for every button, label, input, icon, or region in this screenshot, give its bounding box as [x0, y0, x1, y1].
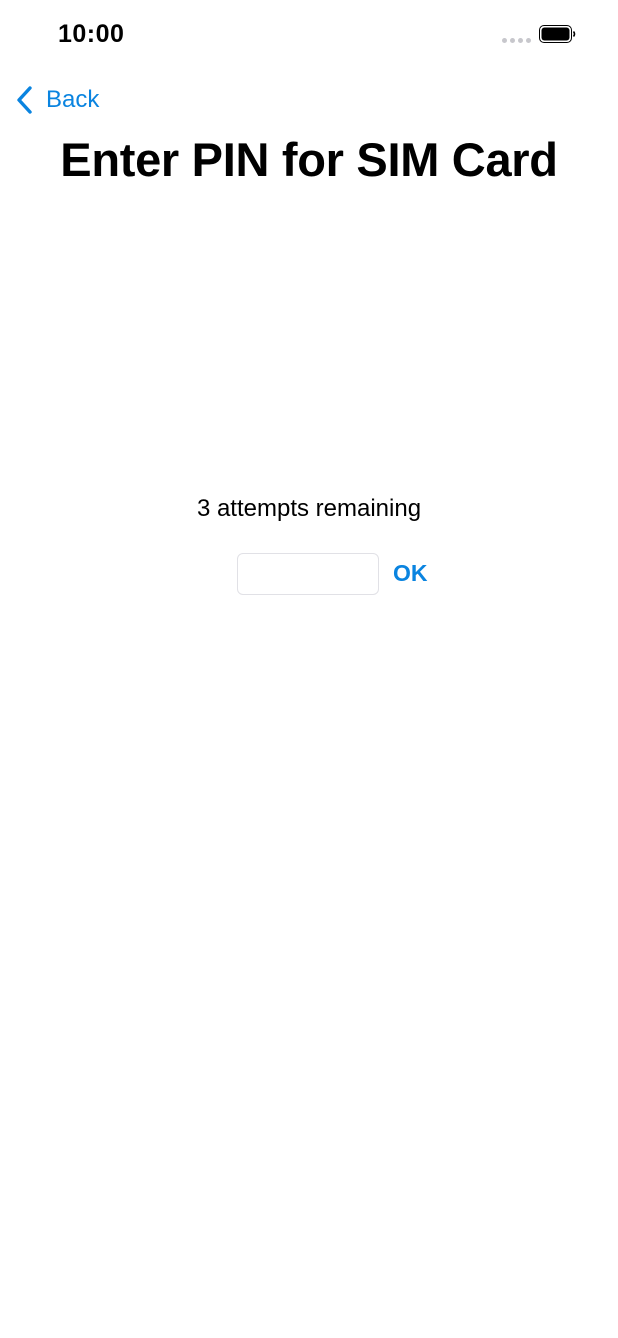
- status-bar: 10:00: [0, 0, 618, 70]
- back-label: Back: [46, 86, 100, 113]
- status-time: 10:00: [58, 20, 125, 48]
- page-title: Enter PIN for SIM Card: [60, 133, 558, 186]
- cellular-signal-icon: [502, 38, 531, 43]
- back-button[interactable]: Back: [14, 80, 99, 120]
- attempts-remaining-text: 3 attempts remaining: [196, 495, 422, 522]
- ok-button[interactable]: OK: [393, 560, 428, 587]
- pin-input[interactable]: [237, 553, 379, 595]
- battery-icon: [539, 25, 576, 43]
- chevron-left-icon: [17, 86, 32, 114]
